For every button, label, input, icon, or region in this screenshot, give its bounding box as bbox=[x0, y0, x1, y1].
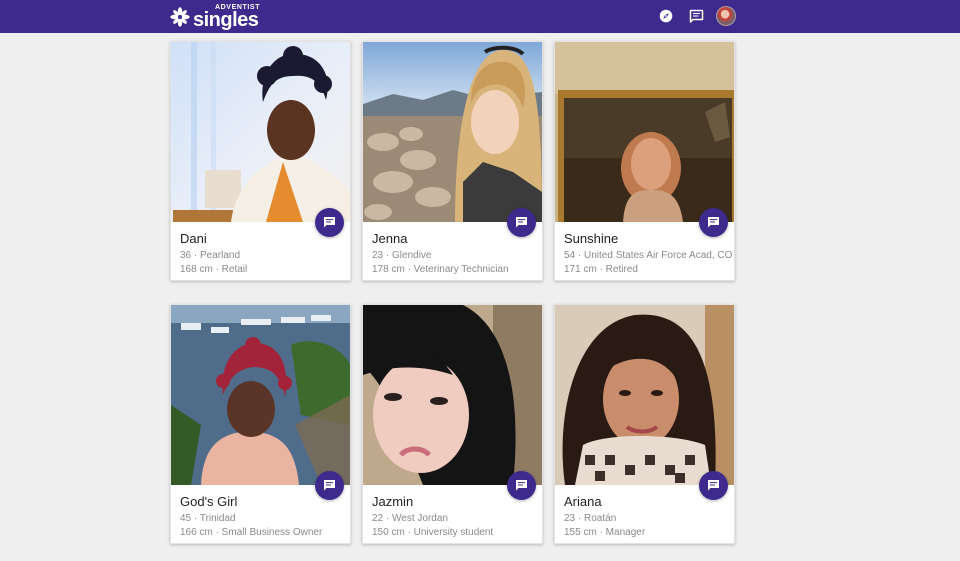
profile-photo[interactable] bbox=[555, 42, 734, 222]
profile-card[interactable]: Jazmin 22 · West Jordan 150 cm · Univers… bbox=[362, 304, 543, 544]
profile-card[interactable]: Dani 36 · Pearland 168 cm · Retail bbox=[170, 41, 351, 281]
profile-photo[interactable] bbox=[555, 305, 734, 485]
profile-photo[interactable] bbox=[363, 42, 542, 222]
profile-card[interactable]: Jenna 23 · Glendive 178 cm · Veterinary … bbox=[362, 41, 543, 281]
chat-icon bbox=[708, 480, 719, 491]
profile-height-occupation: 150 cm · University student bbox=[372, 527, 494, 538]
profile-card[interactable]: Ariana 23 · Roatán 155 cm · Manager bbox=[554, 304, 735, 544]
profile-age-location: 23 · Glendive bbox=[372, 250, 432, 261]
profile-card[interactable]: God's Girl 45 · Trinidad 166 cm · Small … bbox=[170, 304, 351, 544]
profile-grid: Dani 36 · Pearland 168 cm · Retail Jenna… bbox=[170, 41, 736, 544]
profile-name: Jenna bbox=[372, 231, 408, 246]
compass-icon[interactable] bbox=[656, 6, 676, 26]
profile-height-occupation: 155 cm · Manager bbox=[564, 527, 646, 538]
profile-card[interactable]: Sunshine 54 · United States Air Force Ac… bbox=[554, 41, 735, 281]
profile-age-location: 54 · United States Air Force Acad, CO bbox=[564, 250, 733, 261]
user-avatar[interactable] bbox=[716, 6, 736, 26]
chat-icon bbox=[516, 480, 527, 491]
messages-icon[interactable] bbox=[686, 6, 706, 26]
adventist-singles-logo[interactable]: ADVENTIST singles bbox=[170, 4, 260, 30]
profile-age-location: 23 · Roatán bbox=[564, 513, 617, 524]
profile-name: Dani bbox=[180, 231, 207, 246]
send-message-button[interactable] bbox=[315, 208, 344, 237]
send-message-button[interactable] bbox=[315, 471, 344, 500]
profile-name: Sunshine bbox=[564, 231, 619, 246]
flower-logo-icon bbox=[170, 7, 190, 27]
send-message-button[interactable] bbox=[507, 208, 536, 237]
send-message-button[interactable] bbox=[507, 471, 536, 500]
top-navigation-bar: ADVENTIST singles bbox=[0, 0, 960, 33]
chat-icon bbox=[324, 480, 335, 491]
profile-height-occupation: 178 cm · Veterinary Technician bbox=[372, 264, 509, 275]
profile-height-occupation: 171 cm · Retired bbox=[564, 264, 638, 275]
profile-height-occupation: 166 cm · Small Business Owner bbox=[180, 527, 323, 538]
chat-icon bbox=[324, 217, 335, 228]
chat-icon bbox=[708, 217, 719, 228]
send-message-button[interactable] bbox=[699, 471, 728, 500]
profile-age-location: 36 · Pearland bbox=[180, 250, 241, 261]
logo-wordmark: singles bbox=[193, 9, 259, 31]
profile-name: Ariana bbox=[564, 494, 602, 509]
profile-height-occupation: 168 cm · Retail bbox=[180, 264, 248, 275]
profile-name: Jazmin bbox=[372, 494, 414, 509]
profile-photo[interactable] bbox=[363, 305, 542, 485]
profile-age-location: 22 · West Jordan bbox=[372, 513, 448, 524]
send-message-button[interactable] bbox=[699, 208, 728, 237]
chat-icon bbox=[516, 217, 527, 228]
profile-photo[interactable] bbox=[171, 42, 350, 222]
profile-name: God's Girl bbox=[180, 494, 238, 509]
profile-age-location: 45 · Trinidad bbox=[180, 513, 236, 524]
profile-photo[interactable] bbox=[171, 305, 350, 485]
